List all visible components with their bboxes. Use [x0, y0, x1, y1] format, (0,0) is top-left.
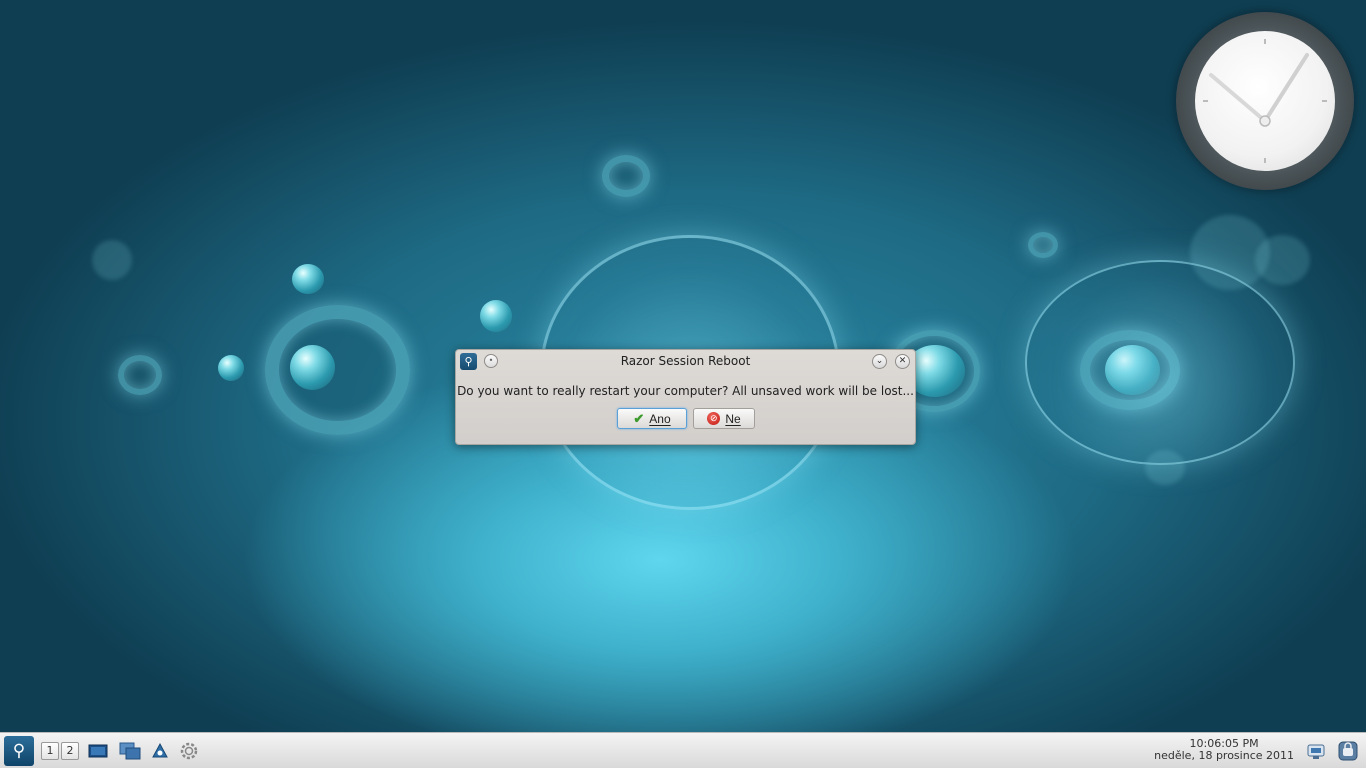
checkmark-icon: ✔ — [633, 410, 645, 426]
wallpaper-bubble — [1025, 260, 1295, 465]
network-icon — [1307, 744, 1325, 759]
main-menu-button[interactable]: ⚲ — [4, 736, 34, 766]
close-button[interactable]: ✕ — [895, 354, 910, 369]
wallpaper-bubble — [602, 155, 650, 197]
clock-date: neděle, 18 prosince 2011 — [1154, 749, 1294, 762]
stop-icon: ⊘ — [707, 412, 721, 425]
clock-widget[interactable] — [1176, 12, 1354, 190]
wallpaper-bubble — [1145, 450, 1185, 485]
wallpaper-bubble — [290, 345, 335, 390]
chevron-down-icon: ⌄ — [875, 356, 884, 366]
reboot-dialog: ⚲ • Razor Session Reboot ⌄ ✕ Do you want… — [455, 349, 916, 445]
window-switcher-button[interactable] — [119, 740, 141, 762]
wallpaper-bubble — [480, 300, 512, 332]
desktop-switch-2[interactable]: 2 — [61, 742, 79, 760]
lock-screen-button[interactable] — [1337, 740, 1359, 762]
clock-hands-icon — [1203, 39, 1327, 163]
no-button-label: Ne — [725, 411, 741, 426]
show-desktop-icon — [88, 744, 108, 758]
desktop-wallpaper: ⚲ • Razor Session Reboot ⌄ ✕ Do you want… — [0, 0, 1366, 732]
lock-screen-icon — [1338, 741, 1358, 761]
wallpaper-bubble — [1255, 235, 1310, 285]
network-tray-button[interactable] — [1305, 740, 1327, 762]
yes-button-label: Ano — [649, 411, 671, 426]
file-manager-icon — [152, 742, 168, 758]
dialog-titlebar[interactable]: ⚲ • Razor Session Reboot ⌄ ✕ — [456, 350, 915, 374]
razor-app-icon: ⚲ — [12, 741, 26, 761]
yes-button[interactable]: ✔ Ano — [617, 408, 687, 429]
wallpaper-bubble — [1028, 232, 1058, 258]
wallpaper-bubble — [218, 355, 244, 381]
window-switcher-icon — [119, 742, 141, 760]
wallpaper-bubble — [292, 264, 324, 294]
minimize-button[interactable]: ⌄ — [872, 354, 887, 369]
settings-button[interactable] — [178, 740, 200, 762]
desktop-switch-1[interactable]: 1 — [41, 742, 59, 760]
close-icon: ✕ — [898, 356, 907, 366]
taskbar-clock[interactable]: 10:06:05 PM neděle, 18 prosince 2011 — [1154, 738, 1294, 762]
wallpaper-bubble — [265, 305, 410, 435]
wallpaper-bubble — [118, 355, 162, 395]
wallpaper-bubble — [92, 240, 132, 280]
no-button[interactable]: ⊘ Ne — [693, 408, 755, 429]
dialog-title: Razor Session Reboot — [620, 354, 751, 368]
clock-face — [1195, 31, 1335, 171]
settings-icon — [180, 742, 198, 760]
show-desktop-button[interactable] — [87, 740, 109, 762]
dialog-message: Do you want to really restart your compu… — [457, 384, 914, 398]
taskbar: ⚲ 1 2 10:06:05 PM neděle, 18 prosince 20… — [0, 732, 1366, 768]
file-manager-button[interactable] — [149, 740, 171, 762]
